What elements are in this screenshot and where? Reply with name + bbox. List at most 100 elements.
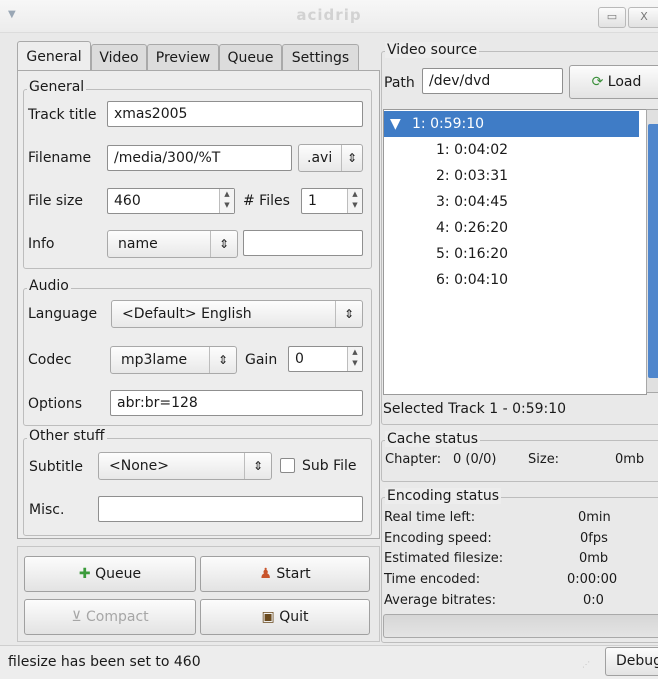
track-row[interactable]: 1: 0:04:02 bbox=[384, 137, 639, 163]
compact-button[interactable]: ⊻ Compact bbox=[24, 599, 196, 635]
encoding-row-value: 0fps bbox=[580, 531, 608, 546]
queue-button-label: Queue bbox=[95, 566, 142, 582]
expander-down-icon[interactable]: ▼ bbox=[390, 111, 401, 137]
reload-icon: ⟳ bbox=[591, 74, 604, 90]
audio-options-input[interactable]: abr:br=128 bbox=[110, 390, 363, 416]
queue-button[interactable]: ✚ Queue bbox=[24, 556, 196, 592]
chevron-updown-icon: ⇕ bbox=[209, 347, 236, 373]
gain-value: 0 bbox=[295, 351, 304, 367]
minimize-button[interactable]: ▭ bbox=[598, 7, 626, 28]
track-label: 1: 0:04:02 bbox=[436, 142, 509, 158]
track-label: 3: 0:04:45 bbox=[436, 194, 509, 210]
add-plus-icon: ✚ bbox=[78, 566, 91, 582]
track-label: 1: 0:59:10 bbox=[412, 116, 485, 132]
chevron-updown-icon: ⇕ bbox=[210, 231, 237, 257]
compact-button-label: Compact bbox=[86, 609, 149, 625]
debug-button[interactable]: Debug bbox=[605, 647, 658, 676]
filename-input[interactable]: /media/300/%T bbox=[107, 145, 292, 171]
size-label: Size: bbox=[528, 452, 560, 467]
resize-grip-icon[interactable]: ⋰ bbox=[582, 660, 590, 669]
subtitle-label: Subtitle bbox=[29, 459, 84, 475]
track-list[interactable]: ▼ 1: 0:59:10 1: 0:04:02 2: 0:03:31 3: 0:… bbox=[383, 109, 647, 395]
files-value: 1 bbox=[308, 193, 317, 209]
track-label: 5: 0:16:20 bbox=[436, 246, 509, 262]
load-button[interactable]: ⟳ Load bbox=[569, 65, 658, 99]
track-row[interactable]: 6: 0:04:10 bbox=[384, 267, 639, 293]
selected-track-text: Selected Track 1 - 0:59:10 bbox=[383, 401, 567, 417]
scrollbar-thumb[interactable] bbox=[648, 124, 658, 378]
chapter-label: Chapter: bbox=[385, 452, 442, 467]
chapter-value: 0 (0/0) bbox=[453, 452, 497, 467]
subtitle-select[interactable]: <None> ⇕ bbox=[98, 452, 272, 480]
compact-icon: ⊻ bbox=[71, 609, 82, 625]
filesize-label: File size bbox=[28, 193, 84, 209]
codec-select[interactable]: mp3lame ⇕ bbox=[110, 346, 237, 374]
encoding-row-value: 0mb bbox=[579, 551, 609, 566]
cache-status-label: Cache status bbox=[385, 431, 481, 447]
audio-group-label: Audio bbox=[27, 278, 71, 294]
track-title-label: Track title bbox=[28, 107, 97, 123]
filename-label: Filename bbox=[28, 150, 92, 166]
gain-label: Gain bbox=[245, 352, 278, 368]
info-select[interactable]: name ⇕ bbox=[107, 230, 238, 258]
track-row[interactable]: 5: 0:16:20 bbox=[384, 241, 639, 267]
encoding-row-label: Real time left: bbox=[384, 510, 476, 525]
gain-spinbutton[interactable]: 0 ▲ ▼ bbox=[288, 346, 363, 372]
track-row[interactable]: 3: 0:04:45 bbox=[384, 189, 639, 215]
close-button[interactable]: X bbox=[628, 7, 658, 28]
encoding-row-label: Time encoded: bbox=[384, 572, 481, 587]
track-label: 6: 0:04:10 bbox=[436, 272, 509, 288]
language-select[interactable]: <Default> English ⇕ bbox=[111, 300, 363, 328]
track-label: 2: 0:03:31 bbox=[436, 168, 509, 184]
exit-door-icon: ▣ bbox=[261, 609, 275, 625]
language-label: Language bbox=[28, 306, 98, 322]
sub-file-checkbox[interactable] bbox=[280, 458, 295, 473]
files-label: # Files bbox=[243, 193, 290, 209]
start-people-icon: ♟ bbox=[259, 566, 272, 582]
load-button-label: Load bbox=[607, 74, 642, 90]
path-input[interactable]: /dev/dvd bbox=[422, 68, 563, 94]
window-title: acidrip bbox=[296, 6, 362, 24]
track-row[interactable]: 2: 0:03:31 bbox=[384, 163, 639, 189]
encoding-status-label: Encoding status bbox=[385, 488, 501, 504]
filesize-value: 460 bbox=[114, 193, 141, 209]
info-text-input[interactable] bbox=[243, 230, 363, 256]
encoding-row-label: Encoding speed: bbox=[384, 531, 492, 546]
spin-arrows-icon[interactable]: ▲ ▼ bbox=[219, 189, 234, 213]
quit-button-label: Quit bbox=[279, 609, 309, 625]
start-button[interactable]: ♟ Start bbox=[200, 556, 370, 592]
sub-file-label: Sub File bbox=[302, 458, 357, 474]
options-label: Options bbox=[28, 396, 83, 412]
encoding-row-label: Estimated filesize: bbox=[384, 551, 504, 566]
general-group-label: General bbox=[27, 79, 87, 95]
tab-preview[interactable]: Preview bbox=[147, 44, 219, 71]
files-spinbutton[interactable]: 1 ▲ ▼ bbox=[301, 188, 363, 214]
tab-video[interactable]: Video bbox=[91, 44, 147, 71]
tab-settings[interactable]: Settings bbox=[282, 44, 359, 71]
language-value: <Default> English bbox=[122, 306, 252, 322]
codec-value: mp3lame bbox=[121, 352, 188, 368]
track-row[interactable]: 4: 0:26:20 bbox=[384, 215, 639, 241]
misc-label: Misc. bbox=[29, 502, 65, 518]
video-source-label: Video source bbox=[385, 42, 480, 58]
tab-queue[interactable]: Queue bbox=[219, 44, 282, 71]
info-label: Info bbox=[28, 236, 55, 252]
track-label: 4: 0:26:20 bbox=[436, 220, 509, 236]
misc-input[interactable] bbox=[98, 496, 363, 522]
track-row-selected[interactable]: ▼ 1: 0:59:10 bbox=[384, 111, 639, 137]
encoding-row-value: 0min bbox=[578, 510, 611, 525]
filesize-spinbutton[interactable]: 460 ▲ ▼ bbox=[107, 188, 235, 214]
track-title-input[interactable]: xmas2005 bbox=[107, 101, 363, 127]
spin-arrows-icon[interactable]: ▲ ▼ bbox=[347, 347, 362, 371]
title-bar: ▼ acidrip ▭ X bbox=[0, 0, 658, 33]
quit-button[interactable]: ▣ Quit bbox=[200, 599, 370, 635]
extension-value: .avi bbox=[307, 150, 333, 166]
tab-general[interactable]: General bbox=[17, 41, 91, 72]
other-stuff-group-label: Other stuff bbox=[27, 428, 107, 444]
encoding-row-value: 0:00:00 bbox=[567, 572, 618, 587]
chevron-updown-icon: ⇕ bbox=[335, 301, 362, 327]
extension-select[interactable]: .avi ⇕ bbox=[298, 144, 363, 172]
spin-arrows-icon[interactable]: ▲ ▼ bbox=[347, 189, 362, 213]
chevron-updown-icon: ⇕ bbox=[244, 453, 271, 479]
status-message: filesize has been set to 460 bbox=[8, 654, 201, 670]
